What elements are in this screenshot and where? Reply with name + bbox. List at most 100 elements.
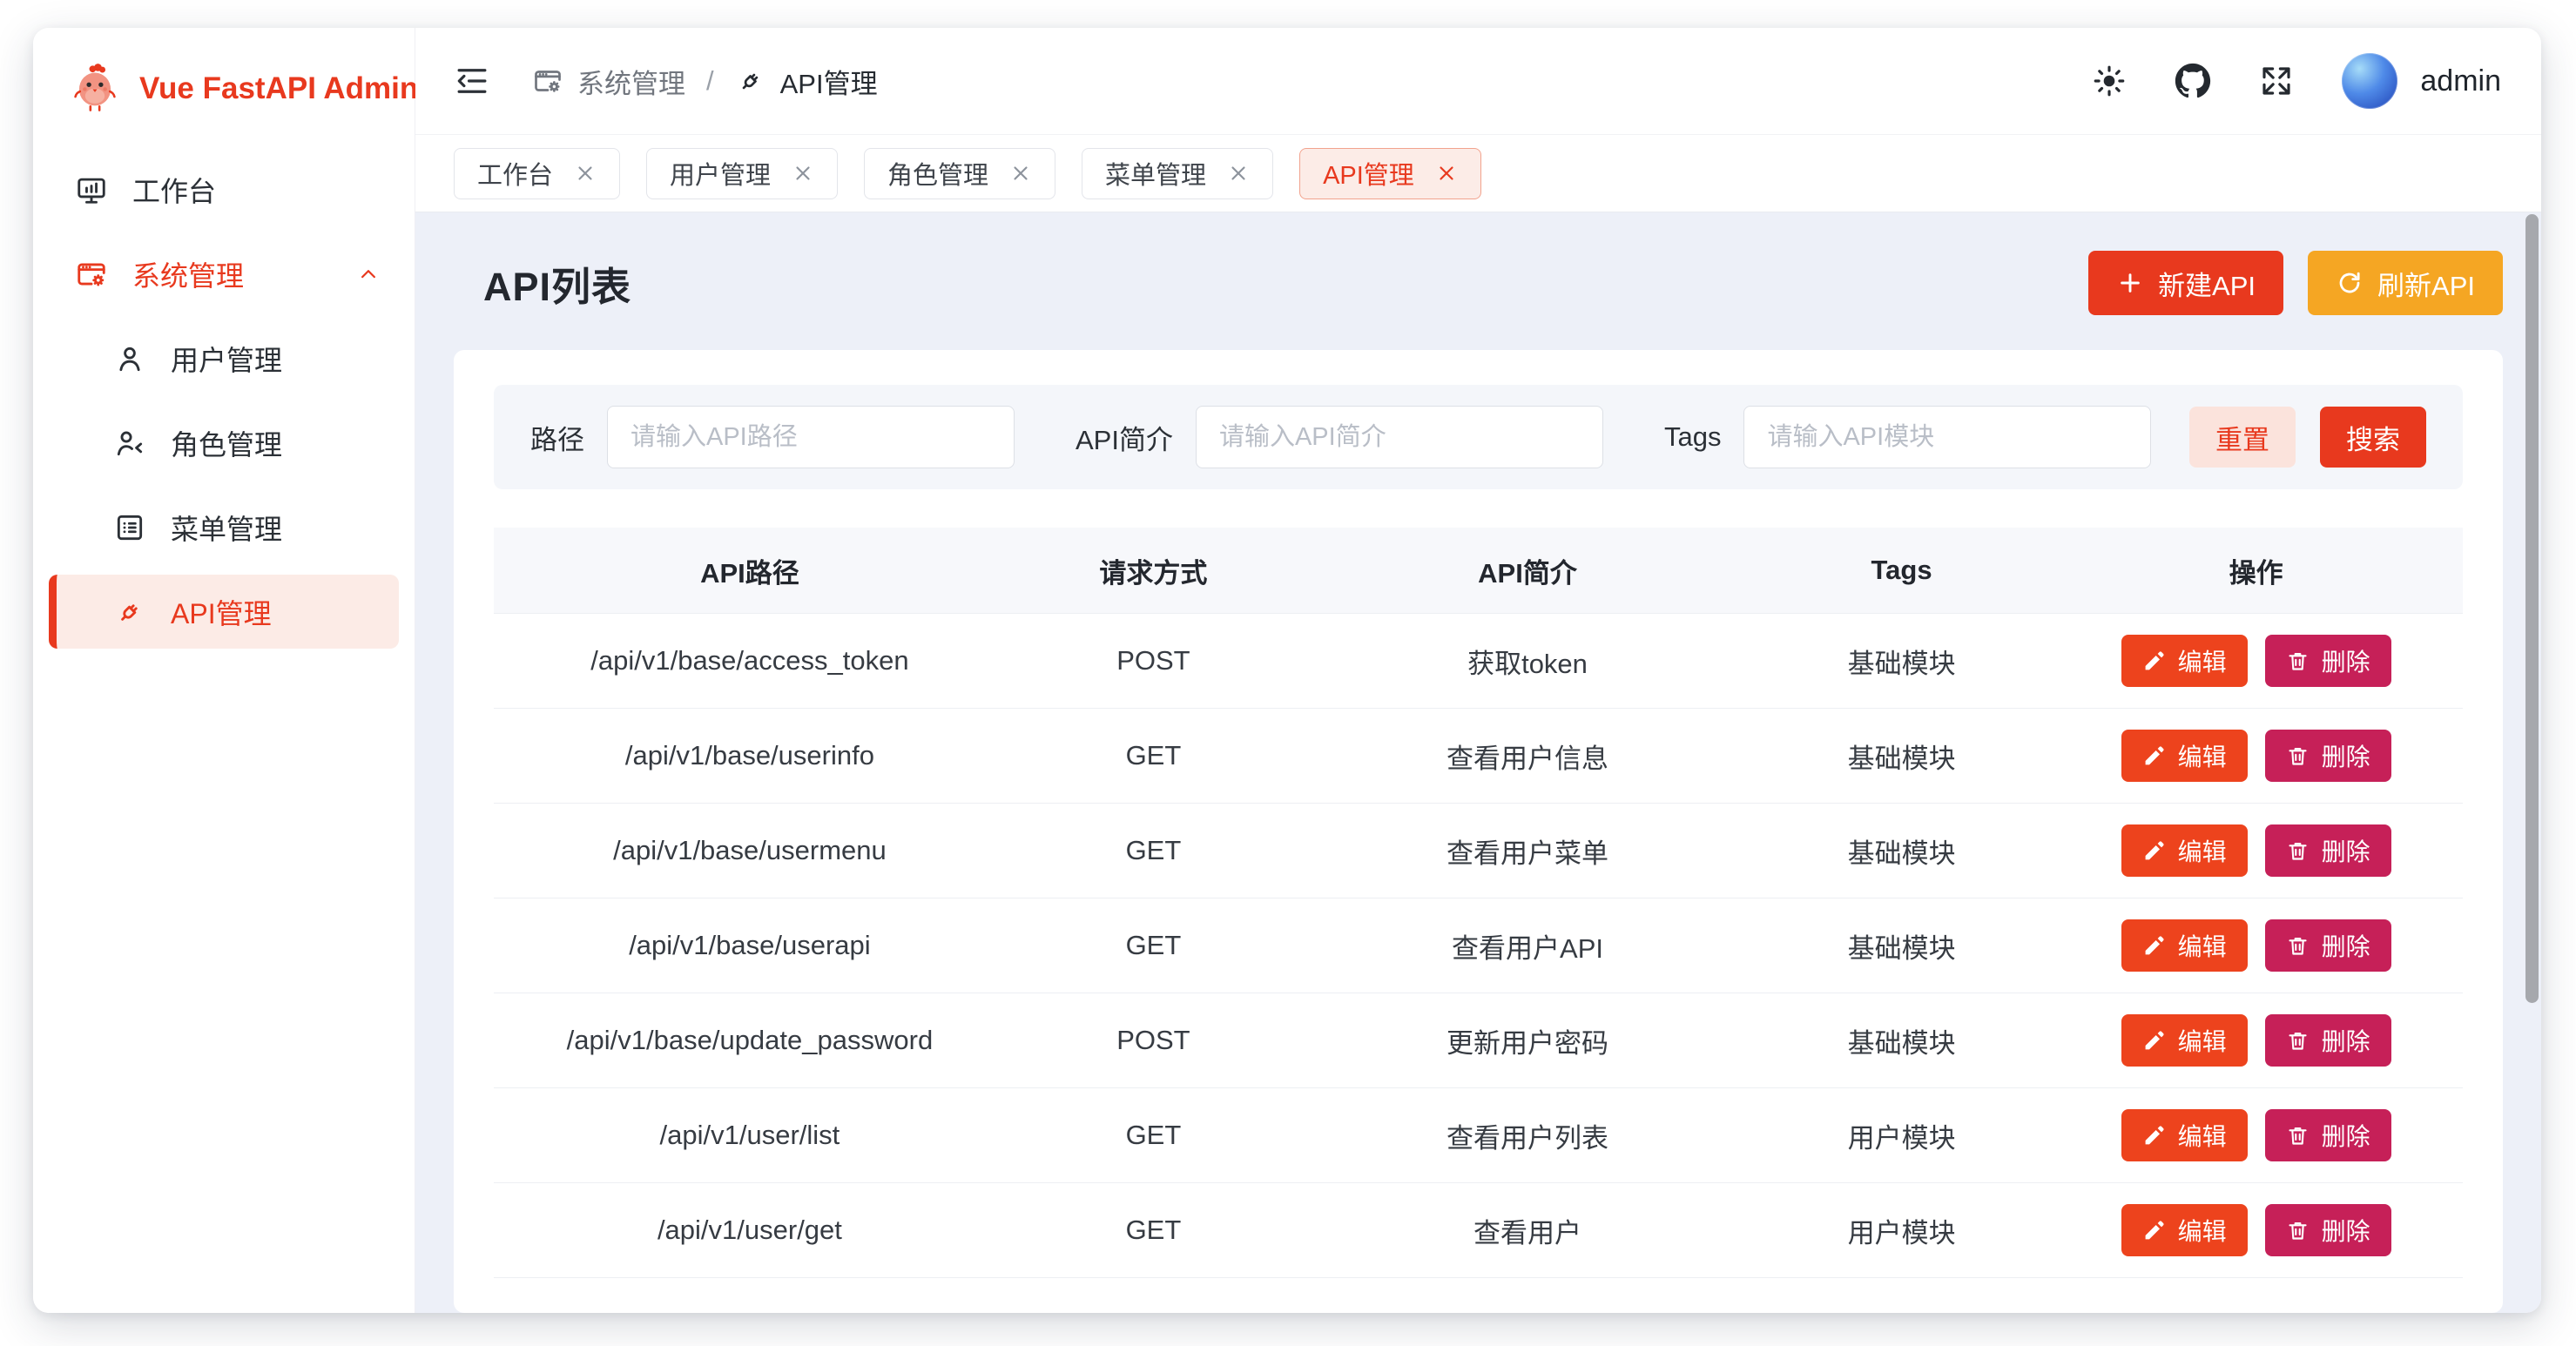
sidebar-item-system[interactable]: 系统管理 [33, 232, 415, 316]
fullscreen-icon[interactable] [2258, 63, 2295, 99]
path-label: 路径 [530, 418, 584, 457]
tab-label: 工作台 [477, 155, 553, 192]
pencil-icon [2142, 649, 2166, 673]
delete-button[interactable]: 删除 [2265, 919, 2391, 972]
app-title: Vue FastAPI Admin [139, 71, 418, 106]
col-tags: Tags [1754, 528, 2049, 614]
edit-button[interactable]: 编辑 [2121, 635, 2248, 687]
pencil-icon [2142, 934, 2166, 958]
delete-button[interactable]: 删除 [2265, 1109, 2391, 1161]
edit-label: 编辑 [2178, 1118, 2227, 1153]
cell-summary: 获取token [1301, 614, 1754, 709]
page-title: API列表 [483, 255, 631, 312]
cell-tags: 用户模块 [1754, 1088, 2049, 1183]
sidebar-item-workbench[interactable]: 工作台 [33, 147, 415, 232]
avatar [2342, 53, 2397, 109]
tab-menus[interactable]: 菜单管理 [1082, 148, 1273, 199]
tab-roles[interactable]: 角色管理 [864, 148, 1055, 199]
app-logo[interactable]: Vue FastAPI Admin [33, 28, 415, 147]
sidebar-item-label: 菜单管理 [171, 508, 282, 548]
breadcrumb: 系统管理 / API管理 [532, 62, 878, 101]
trash-icon [2286, 744, 2310, 768]
sidebar-item-label: 角色管理 [171, 423, 282, 463]
cell-path: /api/v1/user/list [494, 1088, 1006, 1183]
delete-button[interactable]: 删除 [2265, 1204, 2391, 1256]
topbar-actions: admin [2091, 53, 2501, 109]
reset-button[interactable]: 重置 [2189, 407, 2296, 468]
table-header: API路径 请求方式 API简介 Tags 操作 [494, 528, 2463, 614]
new-api-button[interactable]: 新建API [2088, 251, 2283, 315]
breadcrumb-separator: / [706, 65, 714, 97]
cell-summary: 查看用户 [1301, 1183, 1754, 1278]
close-icon[interactable] [792, 162, 814, 185]
edit-button[interactable]: 编辑 [2121, 730, 2248, 782]
refresh-api-label: 刷新API [2377, 264, 2475, 303]
edit-label: 编辑 [2178, 928, 2227, 963]
cell-tags: 基础模块 [1754, 709, 2049, 804]
sidebar-item-users[interactable]: 用户管理 [33, 316, 415, 400]
edit-button[interactable]: 编辑 [2121, 1204, 2248, 1256]
sidebar-item-menus[interactable]: 菜单管理 [33, 485, 415, 569]
tags-label: Tags [1664, 421, 1721, 453]
summary-input[interactable] [1196, 406, 1603, 468]
delete-label: 删除 [2322, 833, 2370, 868]
collapse-sidebar-button[interactable] [454, 62, 492, 100]
cell-path: /api/v1/base/userapi [494, 898, 1006, 993]
delete-button[interactable]: 删除 [2265, 730, 2391, 782]
api-plug-icon [113, 596, 146, 629]
path-input[interactable] [607, 406, 1015, 468]
sidebar-item-api[interactable]: API管理 [49, 575, 399, 649]
delete-button[interactable]: 删除 [2265, 635, 2391, 687]
sidebar-submenu-system: 用户管理 角色管理 菜单管理 API管理 [33, 316, 415, 654]
pencil-icon [2142, 1219, 2166, 1242]
tab-label: API管理 [1323, 155, 1414, 192]
trash-icon [2286, 934, 2310, 958]
tab-workbench[interactable]: 工作台 [454, 148, 620, 199]
breadcrumb-item-system[interactable]: 系统管理 [532, 62, 685, 101]
cell-method: POST [1006, 993, 1301, 1088]
menu-list-icon [113, 511, 146, 544]
github-icon[interactable] [2175, 63, 2211, 99]
pencil-icon [2142, 744, 2166, 768]
close-icon[interactable] [574, 162, 597, 185]
page-content: API列表 新建API 刷新API 路径 [415, 212, 2541, 1313]
sidebar-item-roles[interactable]: 角色管理 [33, 400, 415, 485]
api-list-card: 路径 API简介 Tags 重置 搜索 [454, 350, 2503, 1313]
trash-icon [2286, 1029, 2310, 1053]
edit-button[interactable]: 编辑 [2121, 1109, 2248, 1161]
theme-sun-icon[interactable] [2091, 63, 2128, 99]
table-row: /api/v1/user/get GET 查看用户 用户模块 编辑 删除 [494, 1183, 2463, 1278]
cell-tags: 基础模块 [1754, 993, 2049, 1088]
cell-summary: 查看用户信息 [1301, 709, 1754, 804]
tags-input[interactable] [1743, 406, 2151, 468]
user-menu[interactable]: admin [2342, 53, 2501, 109]
cell-method: GET [1006, 898, 1301, 993]
search-button[interactable]: 搜索 [2320, 407, 2426, 468]
cell-path: /api/v1/user/get [494, 1183, 1006, 1278]
edit-button[interactable]: 编辑 [2121, 1014, 2248, 1067]
delete-button[interactable]: 删除 [2265, 824, 2391, 877]
edit-button[interactable]: 编辑 [2121, 919, 2248, 972]
tags-bar: 工作台 用户管理 角色管理 菜单管理 API管理 [415, 135, 2541, 212]
cell-method: GET [1006, 709, 1301, 804]
chevron-up-icon [355, 261, 381, 287]
tab-users[interactable]: 用户管理 [646, 148, 838, 199]
delete-button[interactable]: 删除 [2265, 1014, 2391, 1067]
breadcrumb-item-api[interactable]: API管理 [735, 62, 878, 101]
scrollbar-thumb[interactable] [2525, 214, 2539, 1003]
close-icon[interactable] [1009, 162, 1032, 185]
user-icon [113, 342, 146, 375]
trash-icon [2286, 1219, 2310, 1242]
delete-label: 删除 [2322, 1118, 2370, 1153]
close-icon[interactable] [1227, 162, 1250, 185]
refresh-api-button[interactable]: 刷新API [2308, 251, 2503, 315]
menu-fold-icon [454, 63, 490, 99]
edit-button[interactable]: 编辑 [2121, 824, 2248, 877]
tab-api[interactable]: API管理 [1299, 148, 1481, 199]
col-summary: API简介 [1301, 528, 1754, 614]
sidebar-item-label: 系统管理 [132, 254, 244, 294]
table-row: /api/v1/base/userinfo GET 查看用户信息 基础模块 编辑… [494, 709, 2463, 804]
sidebar: Vue FastAPI Admin 工作台 系统管理 用户管理 角色管理 [33, 28, 415, 1313]
sidebar-menu: 工作台 系统管理 用户管理 角色管理 菜单管理 [33, 147, 415, 654]
close-icon[interactable] [1435, 162, 1458, 185]
